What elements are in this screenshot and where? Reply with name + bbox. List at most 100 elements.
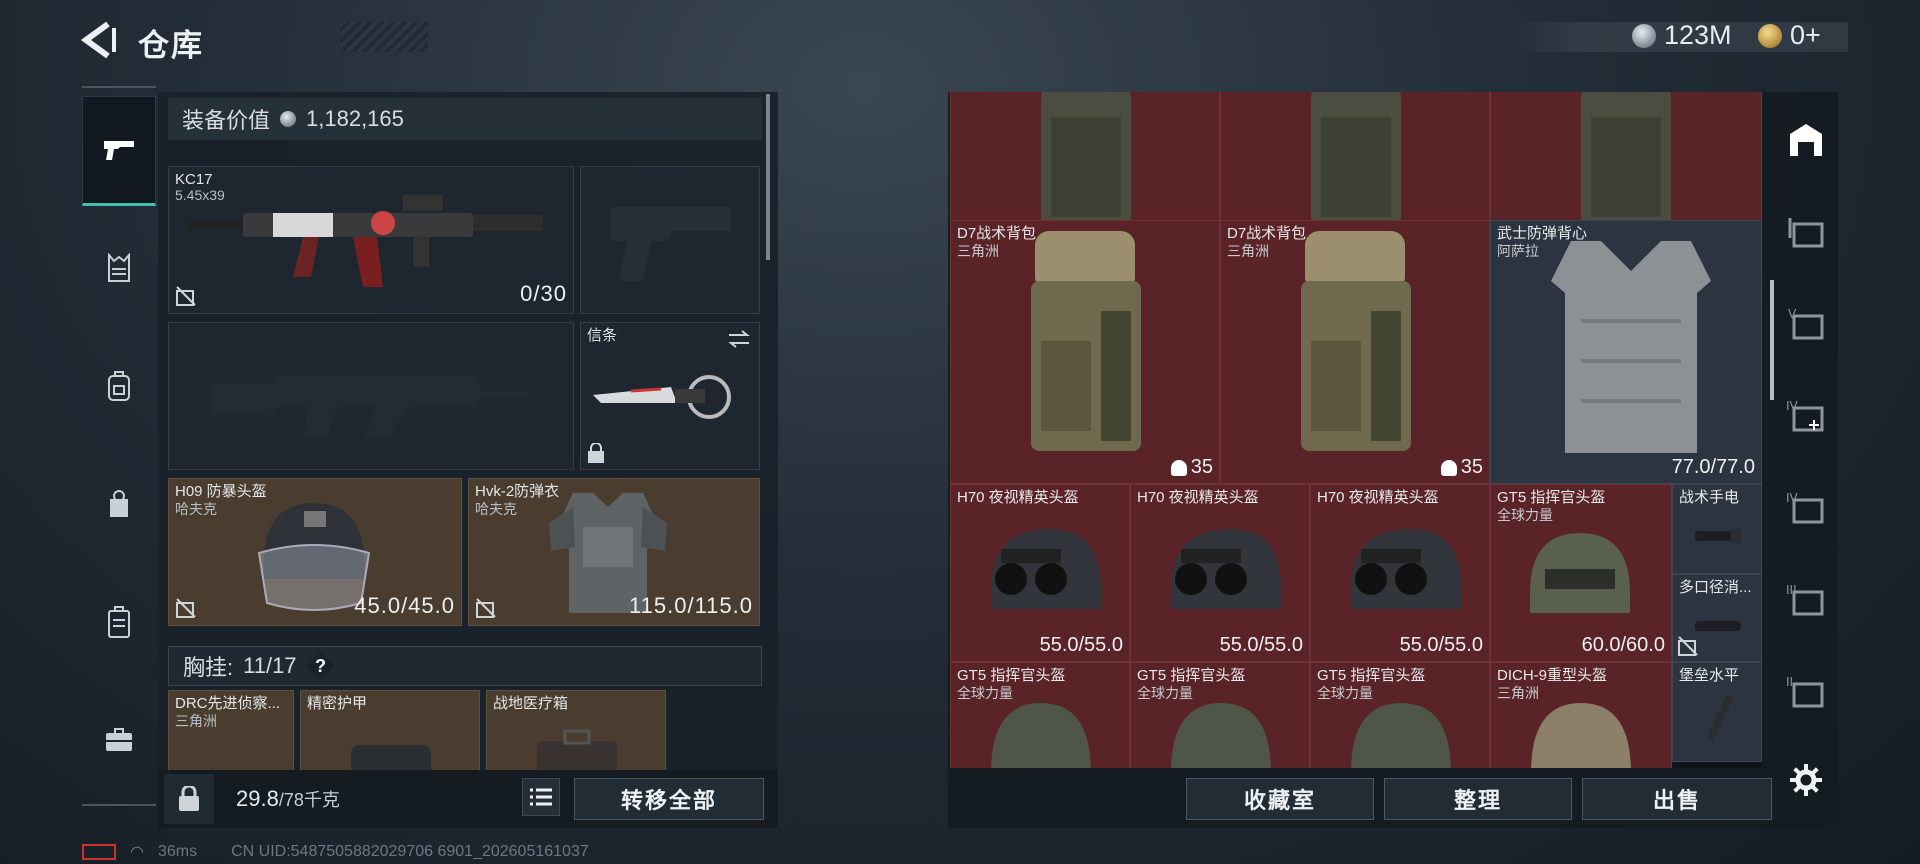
help-icon[interactable]: ? <box>306 652 335 680</box>
stash-tab-iv-plus-icon: IV <box>1786 399 1824 432</box>
item-name: GT5 指挥官头盔 <box>957 667 1066 684</box>
svg-text:V: V <box>1788 307 1797 321</box>
sell-button[interactable]: 出售 <box>1582 778 1772 820</box>
loadout-scrollbar[interactable] <box>766 94 770 260</box>
nav-weapons[interactable] <box>82 96 156 206</box>
no-insurance-icon <box>176 286 196 306</box>
item-name: H70 夜视精英头盔 <box>1317 489 1439 506</box>
chest-rig-capacity: 11/17 <box>243 653 297 678</box>
stash-tab-v[interactable]: V <box>1784 302 1828 346</box>
stash-item[interactable]: GT5 指挥官头盔 全球力量 <box>950 662 1130 768</box>
helmet-slot[interactable]: H09 防暴头盔 哈夫克 45.0/45.0 <box>168 478 462 626</box>
armor-plate-image <box>351 745 431 770</box>
nav-bag[interactable] <box>82 474 156 534</box>
durability: 77.0/77.0 <box>1671 456 1755 478</box>
secondary-weapon-slot[interactable] <box>168 322 574 470</box>
item-name: GT5 指挥官头盔 <box>1137 667 1246 684</box>
nav-chest-rig[interactable] <box>82 238 156 298</box>
pistol-icon <box>104 141 134 160</box>
stash-tab-ii[interactable]: II <box>1784 670 1828 714</box>
item-name: 多口径消... <box>1679 579 1752 596</box>
chest-item[interactable]: 战地医疗箱 <box>486 690 666 770</box>
stash-item[interactable]: GT5 指挥官头盔 全球力量 <box>1130 662 1310 768</box>
stash-tab-iii-icon: III <box>1786 583 1824 616</box>
item-name: 精密护甲 <box>307 695 368 712</box>
ammo-count: 0/30 <box>520 281 567 306</box>
stash-item[interactable]: DICH-9重型头盔 三角洲 <box>1490 662 1672 768</box>
melee-name: 信条 <box>587 327 618 344</box>
gt5-helmet-image <box>1530 533 1630 613</box>
stash-item[interactable]: 多口径消... <box>1672 574 1762 662</box>
stash-item[interactable]: H70 夜视精英头盔 55.0/55.0 <box>1130 484 1310 662</box>
currency-gold[interactable]: 0+ <box>1758 20 1821 51</box>
padlock-icon <box>179 786 199 811</box>
stash-item[interactable]: D7战术背包 三角洲 35 <box>950 220 1220 484</box>
item-name: 战术手电 <box>1679 489 1740 506</box>
weight-display: 29.8/78千克 <box>236 786 340 812</box>
stash-item[interactable]: GT5 指挥官头盔 全球力量 <box>1310 662 1490 768</box>
transfer-all-button[interactable]: 转移全部 <box>574 778 764 820</box>
nav-medkit[interactable] <box>82 710 156 770</box>
stash-tab-iv-plus[interactable]: IV <box>1784 394 1828 438</box>
armor-durability: 115.0/115.0 <box>629 593 753 618</box>
stash-item[interactable]: 武士防弹背心 阿萨拉 77.0/77.0 <box>1490 220 1762 484</box>
nav-container[interactable] <box>82 592 156 652</box>
chest-items-row: DRC先进侦察... 三角洲 精密护甲 战地医疗箱 <box>168 690 762 770</box>
primary-weapon-slot[interactable]: KC17 5.45x39 0/30 <box>168 166 574 314</box>
item-brand: 三角洲 <box>957 243 999 259</box>
stash-item[interactable]: H70 夜视精英头盔 55.0/55.0 <box>950 484 1130 662</box>
capacity: 35 <box>1440 456 1483 479</box>
no-insurance-icon <box>176 598 196 618</box>
suppressor-image <box>1695 621 1741 631</box>
swap-icon[interactable] <box>727 329 751 349</box>
stash-grid: 45 45 45 D7战术背包 三角洲 35 D7战术背包 三角洲 35 武士防… <box>950 92 1762 768</box>
stash-item[interactable]: H70 夜视精英头盔 55.0/55.0 <box>1310 484 1490 662</box>
sidearm-slot[interactable] <box>580 166 760 314</box>
chest-rig-bar[interactable]: 胸挂: 11/17 ? <box>168 646 762 686</box>
stash-tab-1[interactable] <box>1784 210 1828 254</box>
settings-button[interactable] <box>1784 758 1828 802</box>
armor-slot[interactable]: Hvk-2防弹衣 哈夫克 115.0/115.0 <box>468 478 760 626</box>
pistol-silhouette-icon <box>611 207 731 281</box>
stash-item[interactable]: GT5 指挥官头盔 全球力量 60.0/60.0 <box>1490 484 1672 662</box>
chest-item[interactable]: 精密护甲 <box>300 690 480 770</box>
gold-coin-icon <box>1758 23 1782 48</box>
ping: 36ms <box>157 843 198 860</box>
stash-tab-1-icon <box>1788 218 1824 248</box>
equipment-value: 1,182,165 <box>306 106 404 131</box>
left-nav <box>82 86 156 806</box>
case-icon <box>108 606 130 638</box>
samurai-vest-image <box>1551 241 1711 453</box>
collection-room-button[interactable]: 收藏室 <box>1186 778 1374 820</box>
nav-backpack[interactable] <box>82 356 156 416</box>
chest-item[interactable]: DRC先进侦察... 三角洲 <box>168 690 294 770</box>
nvg-helmet-image <box>1351 529 1461 609</box>
stash-item[interactable]: 战术手电 <box>1672 484 1762 574</box>
currency-silver[interactable]: 123M <box>1632 20 1732 51</box>
medkit-icon <box>106 728 132 751</box>
svg-text:IV: IV <box>1786 491 1799 505</box>
stash-tab-nav: V IV IV III II <box>1774 92 1838 828</box>
durability: 55.0/55.0 <box>1039 634 1123 656</box>
sort-button[interactable]: 整理 <box>1384 778 1572 820</box>
battery-icon <box>82 844 116 860</box>
lock-button[interactable] <box>164 774 214 824</box>
melee-slot[interactable]: 信条 <box>580 322 760 470</box>
stash-item[interactable]: D7战术背包 三角洲 35 <box>1220 220 1490 484</box>
stash-tab-iv[interactable]: IV <box>1784 486 1828 530</box>
capacity-icon <box>1440 459 1457 476</box>
stash-tab-iii[interactable]: III <box>1784 578 1828 622</box>
stash-tab-main[interactable] <box>1784 118 1828 162</box>
medkit-image <box>537 729 617 770</box>
list-view-button[interactable] <box>522 778 560 816</box>
back-button[interactable] <box>80 20 120 60</box>
scope-image <box>1707 695 1733 741</box>
title-decoration <box>340 22 428 52</box>
item-name: DICH-9重型头盔 <box>1497 667 1608 684</box>
stash-item[interactable]: 堡垒水平 <box>1672 662 1762 762</box>
gt5-helmet-image <box>1351 703 1451 768</box>
durability: 55.0/55.0 <box>1399 634 1483 656</box>
durability: 55.0/55.0 <box>1219 634 1303 656</box>
svg-text:II: II <box>1786 675 1793 689</box>
wifi-icon: ◠ <box>130 844 144 861</box>
